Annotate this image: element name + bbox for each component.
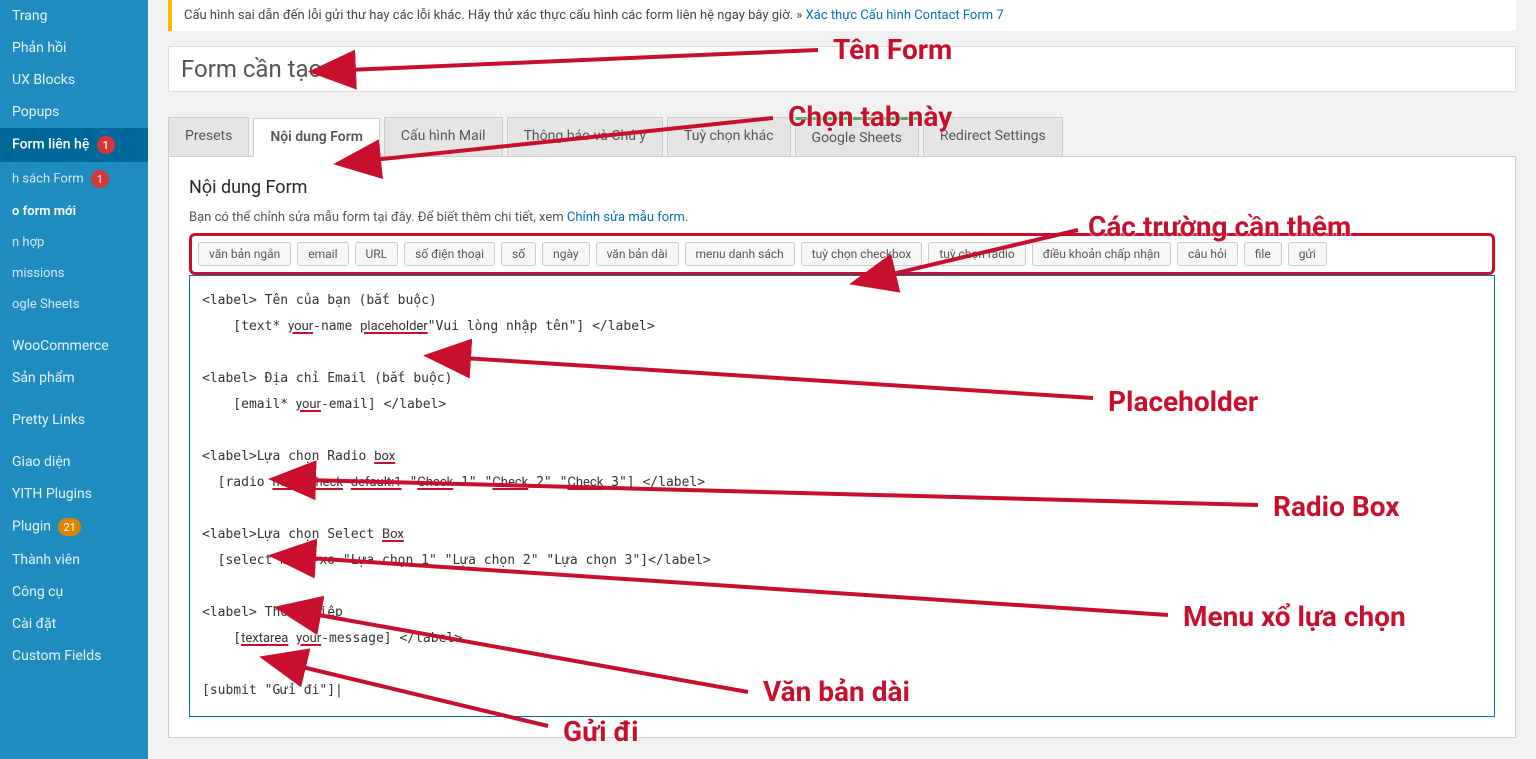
sidebar-item-yith[interactable]: YITH Plugins: [0, 478, 148, 510]
field-btn-file[interactable]: file: [1244, 242, 1282, 266]
sidebar-item-ux-blocks[interactable]: UX Blocks: [0, 64, 148, 96]
sidebar-item-popups[interactable]: Popups: [0, 96, 148, 128]
field-btn-quiz[interactable]: câu hỏi: [1177, 242, 1238, 266]
sidebar-item-form-list[interactable]: h sách Form 1: [0, 162, 148, 196]
field-btn-number[interactable]: số: [501, 242, 536, 266]
sidebar-item-integration[interactable]: n hợp: [0, 227, 148, 258]
tab-google-sheets[interactable]: Google Sheets: [795, 117, 919, 156]
sidebar-item-submissions[interactable]: missions: [0, 258, 148, 289]
tab-presets[interactable]: Presets: [168, 117, 249, 156]
form-tabs: Presets Nội dung Form Cấu hình Mail Thôn…: [168, 117, 1516, 156]
field-btn-acceptance[interactable]: điều khoản chấp nhận: [1032, 242, 1171, 266]
sidebar-item-plugins[interactable]: Plugin 21: [0, 510, 148, 544]
sidebar-item-users[interactable]: Thành viên: [0, 544, 148, 576]
sidebar-item-pages[interactable]: Trang: [0, 0, 148, 32]
tab-messages[interactable]: Thông báo và Chú ý: [507, 117, 663, 156]
sidebar-item-contact-form[interactable]: Form liên hệ 1: [0, 128, 148, 162]
field-buttons-toolbar: văn bản ngắn email URL số điện thoại số …: [189, 233, 1495, 275]
field-btn-dropdown[interactable]: menu danh sách: [685, 242, 795, 266]
sidebar-item-woocommerce[interactable]: WooCommerce: [0, 330, 148, 362]
sidebar-item-products[interactable]: Sản phẩm: [0, 362, 148, 394]
validate-config-link[interactable]: Xác thực Cấu hình Contact Form 7: [806, 8, 1004, 23]
sidebar-item-settings[interactable]: Cài đặt: [0, 608, 148, 640]
badge-count: 1: [91, 170, 109, 188]
field-btn-email[interactable]: email: [297, 242, 348, 266]
badge-count: 1: [97, 136, 115, 154]
config-warning-notice: Cấu hình sai dẫn đến lỗi gửi thư hay các…: [168, 0, 1516, 31]
form-content-panel: Nội dung Form Bạn có thể chỉnh sửa mẫu f…: [168, 156, 1516, 738]
tab-other-options[interactable]: Tuỳ chọn khác: [667, 117, 791, 156]
form-title-input[interactable]: [168, 46, 1516, 92]
panel-description: Bạn có thể chỉnh sửa mẫu form tại đây. Đ…: [189, 210, 1495, 225]
field-btn-date[interactable]: ngày: [542, 242, 589, 266]
sidebar-item-appearance[interactable]: Giao diện: [0, 446, 148, 478]
badge-count: 21: [58, 518, 80, 536]
tab-form-content[interactable]: Nội dung Form: [253, 118, 380, 157]
panel-title: Nội dung Form: [189, 177, 1495, 198]
field-btn-url[interactable]: URL: [355, 242, 399, 266]
main-content: Cấu hình sai dẫn đến lỗi gửi thư hay các…: [148, 0, 1536, 759]
sidebar-item-google-sheets[interactable]: ogle Sheets: [0, 289, 148, 320]
field-btn-radio[interactable]: tuỳ chọn radio: [928, 242, 1025, 266]
tab-redirect[interactable]: Redirect Settings: [923, 117, 1063, 156]
field-btn-tel[interactable]: số điện thoại: [404, 242, 495, 266]
form-template-editor[interactable]: <label> Tên của bạn (bắt buộc) [text* yo…: [189, 275, 1495, 717]
field-btn-text[interactable]: văn bản ngắn: [198, 242, 291, 266]
edit-template-link[interactable]: Chỉnh sửa mẫu form: [567, 210, 685, 225]
sidebar-item-new-form[interactable]: o form mới: [0, 196, 148, 227]
admin-sidebar: Trang Phản hồi UX Blocks Popups Form liê…: [0, 0, 148, 759]
field-btn-submit[interactable]: gửi: [1288, 242, 1327, 266]
field-btn-textarea[interactable]: văn bản dài: [596, 242, 679, 266]
sidebar-item-feedback[interactable]: Phản hồi: [0, 32, 148, 64]
sidebar-item-pretty-links[interactable]: Pretty Links: [0, 404, 148, 436]
field-btn-checkbox[interactable]: tuỳ chọn checkbox: [801, 242, 923, 266]
sidebar-item-tools[interactable]: Công cụ: [0, 576, 148, 608]
tab-mail-config[interactable]: Cấu hình Mail: [384, 117, 503, 156]
sidebar-item-custom-fields[interactable]: Custom Fields: [0, 640, 148, 672]
